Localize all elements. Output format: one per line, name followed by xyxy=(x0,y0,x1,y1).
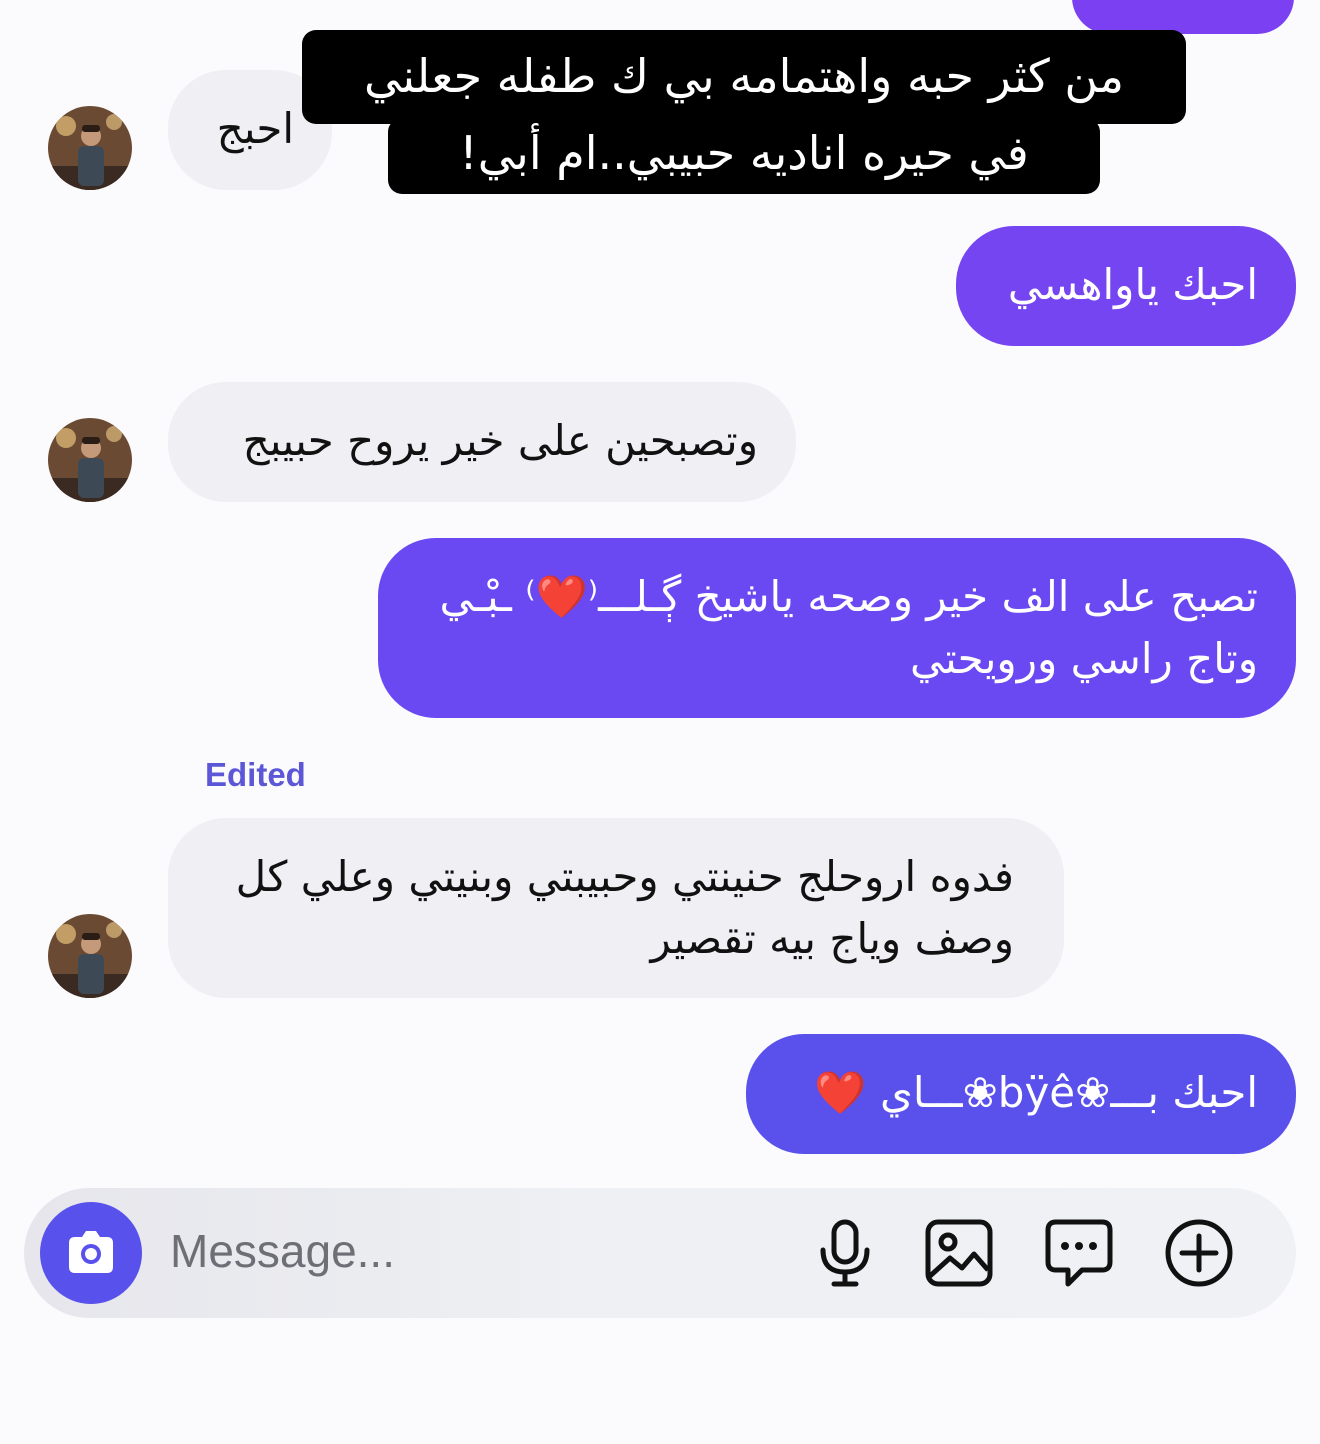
incoming-message[interactable]: وتصبحين على خير يروح حبيبج xyxy=(168,382,796,502)
microphone-icon[interactable] xyxy=(808,1216,882,1290)
camera-button[interactable] xyxy=(40,1202,142,1304)
avatar[interactable] xyxy=(48,914,132,998)
story-caption-line-2: في حيره اناديه حبيبي..ام أبي! xyxy=(388,118,1100,194)
message-composer: Message... xyxy=(24,1188,1296,1318)
edited-label: Edited xyxy=(205,756,306,793)
outgoing-message[interactable]: احبك ياواهسي xyxy=(956,226,1296,346)
incoming-message[interactable]: فدوه اروحلج حنينتي وحبيبتي وبنيتي وعلي ك… xyxy=(168,818,1064,998)
outgoing-bubble-partial xyxy=(1072,0,1294,34)
camera-icon xyxy=(69,1231,113,1273)
plus-icon[interactable] xyxy=(1162,1216,1236,1290)
message-input[interactable]: Message... xyxy=(170,1224,395,1278)
avatar[interactable] xyxy=(48,106,132,190)
outgoing-message[interactable]: احبك بـــ❀bÿê❀ـــاي ❤️ xyxy=(746,1034,1296,1154)
sticker-icon[interactable] xyxy=(1042,1216,1116,1290)
image-icon[interactable] xyxy=(922,1216,996,1290)
story-caption-line-1: من كثر حبه واهتمامه بي ك طفله جعلني xyxy=(302,30,1186,124)
avatar[interactable] xyxy=(48,418,132,502)
outgoing-message[interactable]: تصبح على الف خير وصحه ياشيخ ڳـلـــ⁽❤️⁾ ‏… xyxy=(378,538,1296,718)
